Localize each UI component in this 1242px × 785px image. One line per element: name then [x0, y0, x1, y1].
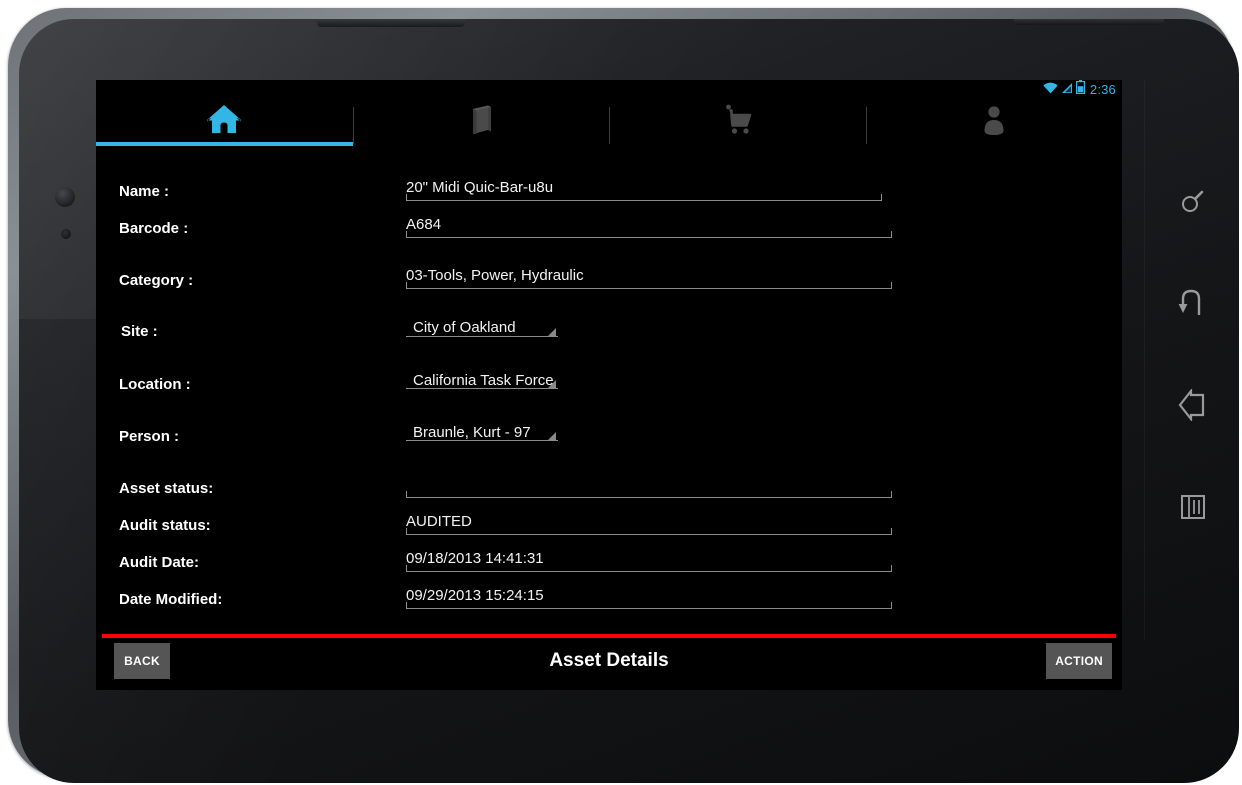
- field-label-person: Person :: [119, 428, 180, 445]
- field-row-person: Person :: [96, 428, 1122, 445]
- field-row-site: Site :: [96, 323, 1122, 340]
- field-value-site[interactable]: City of Oakland: [413, 319, 516, 336]
- home-outline-icon: [1177, 387, 1209, 426]
- tab-home[interactable]: [96, 99, 353, 146]
- nav-back-button[interactable]: [1144, 254, 1242, 356]
- person-icon: [980, 103, 1008, 142]
- device-screen: 2:36 Name: 20" Midi Quic-Bar-u8u Barcod…: [96, 80, 1122, 632]
- volume-button-nub[interactable]: [1014, 19, 1164, 25]
- status-bar-indicators: 2:36: [1043, 80, 1116, 99]
- field-underline-date-modified[interactable]: [406, 602, 892, 609]
- wifi-icon: [1043, 81, 1058, 99]
- tab-cart[interactable]: [609, 99, 866, 146]
- field-label-audit-date: Audit Date:: [119, 554, 199, 571]
- cart-icon: [717, 104, 757, 141]
- system-navigation-bar: [1144, 80, 1242, 640]
- tab-bar: [96, 99, 1122, 146]
- tab-catalog[interactable]: [352, 99, 610, 146]
- field-label-date-modified: Date Modified:: [119, 591, 223, 608]
- proximity-sensor: [61, 229, 71, 239]
- field-underline-category[interactable]: [406, 282, 892, 289]
- nav-recents-button[interactable]: [1144, 458, 1242, 560]
- nav-search-button[interactable]: [1144, 152, 1242, 254]
- field-label-asset-status: Asset status:: [119, 480, 214, 497]
- field-label-audit-status: Audit status:: [119, 517, 211, 534]
- page-title: Asset Details: [549, 650, 669, 671]
- field-label-barcode: Barcode :: [119, 220, 189, 237]
- spinner-arrow-site[interactable]: [548, 328, 556, 336]
- field-underline-audit-date[interactable]: [406, 565, 892, 572]
- front-camera-lens: [55, 187, 75, 207]
- bottom-bar-separator: [102, 634, 1116, 638]
- nav-home-button[interactable]: [1144, 356, 1242, 458]
- action-button[interactable]: ACTION: [1046, 643, 1112, 679]
- search-icon: [1178, 186, 1208, 221]
- field-underline-audit-status[interactable]: [406, 528, 892, 535]
- tab-person[interactable]: [865, 99, 1123, 146]
- home-icon: [205, 103, 243, 142]
- field-underline-name[interactable]: [406, 194, 882, 201]
- spinner-arrow-location[interactable]: [548, 380, 556, 388]
- field-row-location: Location :: [96, 376, 1122, 393]
- bottom-action-bar: BACK Asset Details ACTION: [96, 632, 1122, 690]
- spinner-arrow-person[interactable]: [548, 432, 556, 440]
- field-label-name: Name :: [119, 183, 170, 200]
- field-underline-asset-status[interactable]: [406, 491, 892, 498]
- status-bar: 2:36: [96, 80, 1122, 99]
- signal-icon: [1061, 81, 1073, 99]
- back-arrow-icon: [1178, 287, 1208, 324]
- recents-icon: [1178, 492, 1208, 527]
- field-underline-person[interactable]: [406, 439, 558, 441]
- field-label-category: Category :: [119, 272, 194, 289]
- field-underline-site[interactable]: [406, 335, 558, 337]
- book-icon: [464, 103, 498, 142]
- power-button-nub[interactable]: [317, 19, 465, 27]
- battery-icon: [1075, 80, 1085, 99]
- status-bar-clock: 2:36: [1089, 82, 1116, 97]
- field-underline-location[interactable]: [406, 387, 558, 389]
- asset-details-form: Name : 20" Midi Quic-Bar-u8u Barcode : A…: [96, 146, 1122, 632]
- field-underline-barcode[interactable]: [406, 231, 892, 238]
- field-label-location: Location :: [119, 376, 191, 393]
- field-label-site: Site :: [121, 323, 158, 340]
